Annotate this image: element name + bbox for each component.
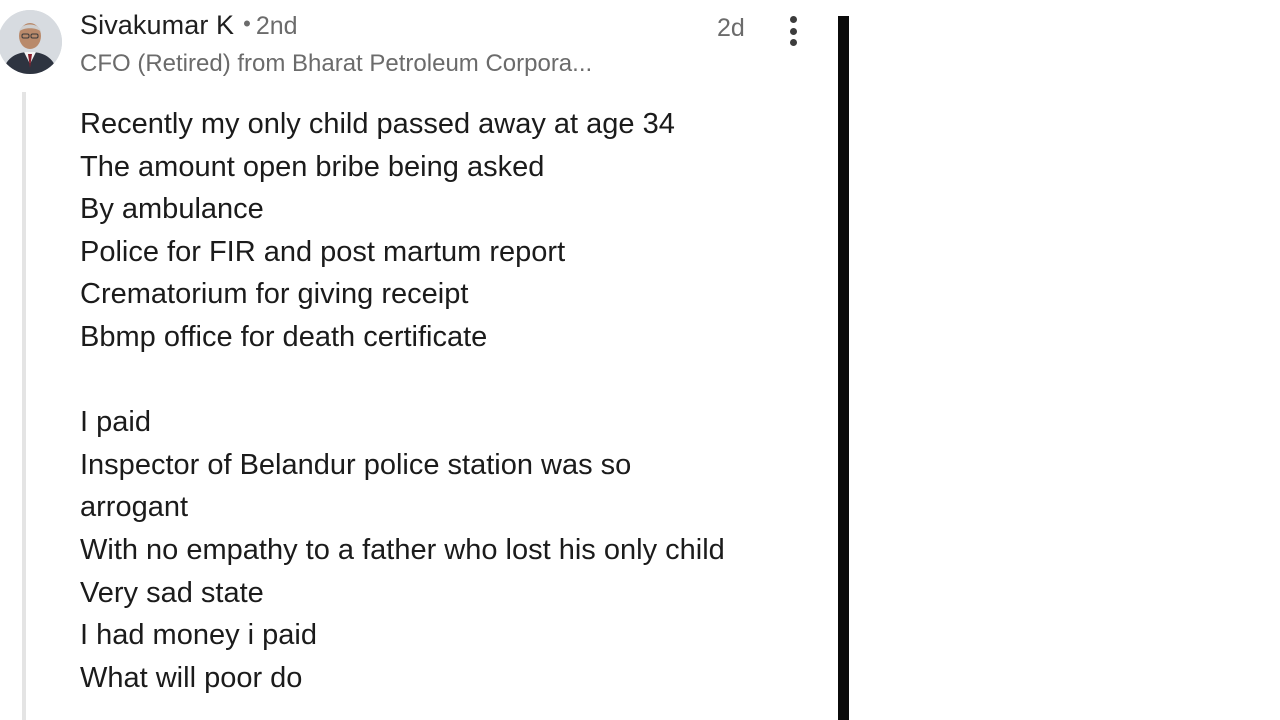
author-separator: • [243,11,251,36]
comment-line: With no empathy to a father who lost his… [80,533,725,566]
comment-line: Very sad state [80,576,264,609]
avatar-photo-icon [0,10,62,74]
comment-line: I paid [80,406,151,439]
author-name[interactable]: Sivakumar K [80,10,234,41]
more-dot [789,16,797,23]
comment-line: The amount open bribe being asked [80,150,545,183]
comment-thread-line [22,92,26,720]
comment-line: Police for FIR and post martum report [80,235,566,268]
more-vertical-icon[interactable] [780,12,806,50]
author-headline: CFO (Retired) from Bharat Petroleum Corp… [80,50,593,77]
comment-line: By ambulance [80,193,264,226]
more-dot [789,39,797,46]
author-row: Sivakumar K • 2nd [80,10,298,46]
comment-line: I had money i paid [80,619,317,652]
comment-line: arrogant [80,491,189,524]
more-dot [789,27,797,35]
side-divider-bar [838,16,849,720]
comment-line: Crematorium for giving receipt [80,278,469,311]
connection-degree: 2nd [255,12,298,40]
comment-timestamp: 2d [717,14,745,42]
comment-line: Bbmp office for death certificate [80,320,488,353]
author-avatar[interactable] [0,10,62,74]
comment-line: What will poor do [80,661,303,694]
comment-panel: Sivakumar K • 2nd CFO (Retired) from Bha… [0,0,838,720]
comment-body: Recently my only child passed away at ag… [80,103,820,699]
screenshot-stage: Sivakumar K • 2nd CFO (Retired) from Bha… [0,0,1280,720]
comment-line: Inspector of Belandur police station was… [80,448,632,481]
comment-line: Recently my only child passed away at ag… [80,108,675,140]
comment-blank-line [80,359,820,402]
